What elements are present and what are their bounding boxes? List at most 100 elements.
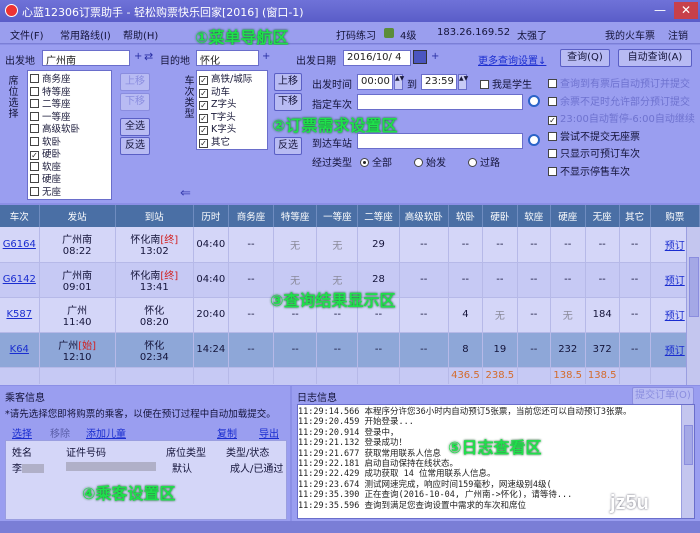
checkbox[interactable]: [30, 186, 39, 196]
menu-my-tickets[interactable]: 我的火车票: [605, 27, 655, 42]
column-header[interactable]: 软卧: [448, 205, 483, 227]
auto-option-checkbox[interactable]: 尝试不提交无座票: [548, 128, 698, 146]
seat-type-item[interactable]: 特等座: [28, 84, 111, 98]
arrive-station-input[interactable]: [357, 133, 523, 149]
train-type-item[interactable]: ✓ Z字头: [197, 96, 267, 110]
passenger-row[interactable]: 李 默认 成人/已通过: [6, 458, 286, 475]
column-header[interactable]: 硬座: [550, 205, 586, 227]
results-scrollbar[interactable]: [686, 227, 700, 385]
train-number-cell[interactable]: G6142: [0, 262, 40, 298]
checkbox[interactable]: [30, 86, 39, 96]
pass-through-radio[interactable]: 过路: [468, 154, 500, 169]
menu-captcha[interactable]: 打码练习: [336, 27, 376, 42]
train-type-item[interactable]: ✓ 动车: [197, 84, 267, 98]
column-header[interactable]: 购票: [650, 205, 700, 227]
checkbox[interactable]: [548, 96, 557, 106]
train-type-item[interactable]: ✓ 其它: [197, 134, 267, 148]
menu-routes[interactable]: 常用路线(I): [60, 27, 111, 42]
column-header[interactable]: 到站: [115, 205, 194, 227]
passenger-select-link[interactable]: 选择: [12, 425, 32, 440]
student-checkbox[interactable]: 我是学生: [480, 76, 532, 91]
username[interactable]: 太强了: [517, 27, 547, 42]
book-button[interactable]: 预订: [665, 346, 685, 357]
pass-start-radio[interactable]: 始发: [414, 154, 446, 169]
auto-option-checkbox[interactable]: 不显示停售车次: [548, 163, 698, 181]
train-number-link[interactable]: K64: [10, 344, 29, 355]
seat-select-all-button[interactable]: 全选: [120, 118, 150, 136]
time-from-input[interactable]: 00:00: [357, 74, 393, 90]
train-type-item[interactable]: ✓ 高铁/城际: [197, 71, 267, 85]
checkbox[interactable]: [548, 149, 557, 158]
train-type-item[interactable]: ✓ K字头: [197, 121, 267, 135]
book-button[interactable]: 预订: [665, 311, 685, 322]
add-icon[interactable]: +: [431, 51, 439, 62]
date-input[interactable]: 2016/10/ 4: [343, 50, 411, 66]
scrollbar-thumb[interactable]: [689, 257, 699, 317]
time-from-spinner-icon[interactable]: ▲▼: [394, 74, 404, 90]
pass-all-radio[interactable]: 全部: [360, 154, 392, 169]
column-header[interactable]: 商务座: [228, 205, 275, 227]
submit-order-button[interactable]: 提交订单(O): [632, 387, 694, 405]
more-settings-link[interactable]: 更多查询设置↓: [478, 52, 546, 67]
column-header[interactable]: 特等座: [273, 205, 318, 227]
seat-type-item[interactable]: 一等座: [28, 109, 111, 123]
checkbox[interactable]: ✓: [548, 116, 557, 125]
checkbox[interactable]: [548, 79, 557, 88]
checkbox[interactable]: [30, 74, 39, 83]
checkbox[interactable]: [30, 161, 39, 171]
close-button[interactable]: ✕: [674, 2, 698, 19]
passenger-remove-link[interactable]: 移除: [50, 425, 70, 440]
book-button[interactable]: 预订: [665, 276, 685, 287]
specify-train-input[interactable]: [357, 94, 523, 110]
checkbox[interactable]: [30, 99, 39, 108]
minimize-button[interactable]: —: [648, 2, 672, 19]
column-header[interactable]: 软座: [517, 205, 551, 227]
train-up-button[interactable]: 上移: [274, 73, 302, 91]
table-row[interactable]: G6164 广州南 08:22 怀化南[终] 13:02 04:40 -- 无无 29 -- -- -…: [0, 227, 700, 263]
train-invert-button[interactable]: 反选: [274, 137, 302, 155]
auto-option-checkbox[interactable]: 只显示可预订车次: [548, 145, 698, 163]
scrollbar-thumb[interactable]: [684, 425, 693, 465]
move-left-arrow-icon[interactable]: ⇐: [180, 186, 191, 201]
seat-type-item[interactable]: 无座: [28, 184, 111, 198]
auto-option-checkbox[interactable]: 查询到有票后自动预订并提交: [548, 75, 698, 93]
auto-option-checkbox[interactable]: 余票不足时允许部分预订提交: [548, 93, 698, 111]
column-header[interactable]: 高级软卧: [399, 205, 449, 227]
seat-type-item[interactable]: 软卧: [28, 134, 111, 148]
auto-option-checkbox[interactable]: ✓ 23:00自动暂停-6:00自动继续: [548, 110, 698, 128]
log-scrollbar[interactable]: [681, 405, 694, 518]
column-header[interactable]: 一等座: [316, 205, 359, 227]
checkbox[interactable]: [30, 174, 39, 183]
add-child-link[interactable]: 添加儿童: [86, 425, 126, 440]
add-icon[interactable]: +: [262, 51, 270, 62]
seat-type-item[interactable]: 硬座: [28, 171, 111, 185]
seat-type-list[interactable]: 商务座 特等座 二等座 一等座 高级软卧 软卧 ✓ 硬卧 软座 硬座 无座: [27, 70, 112, 200]
column-header[interactable]: 历时: [193, 205, 229, 227]
query-button[interactable]: 查询(Q): [560, 49, 610, 67]
search-icon[interactable]: [528, 134, 540, 146]
book-button[interactable]: 预订: [665, 241, 685, 252]
swap-icon[interactable]: ⇄: [144, 50, 153, 63]
search-icon[interactable]: [528, 95, 540, 107]
time-to-input[interactable]: 23:59: [421, 74, 457, 90]
seat-down-button[interactable]: 下移: [120, 93, 150, 111]
train-number-cell[interactable]: G6164: [0, 227, 40, 263]
train-number-link[interactable]: G6142: [3, 274, 36, 285]
column-header[interactable]: 硬卧: [482, 205, 518, 227]
seat-type-item[interactable]: ✓ 硬卧: [28, 146, 111, 160]
column-header[interactable]: 其它: [619, 205, 651, 227]
passenger-copy-link[interactable]: 复制: [217, 425, 237, 440]
train-type-item[interactable]: ✓ T字头: [197, 109, 267, 123]
seat-type-item[interactable]: 商务座: [28, 71, 111, 85]
train-number-cell[interactable]: K587: [0, 297, 40, 333]
seat-type-item[interactable]: 软座: [28, 159, 111, 173]
table-row[interactable]: K64 广州[始] 12:10 怀化 02:34 14:24 -- -- -- -- -- 8 19 --…: [0, 332, 700, 368]
passenger-export-link[interactable]: 导出: [259, 425, 279, 440]
checkbox[interactable]: [30, 136, 39, 146]
train-type-list[interactable]: ✓ 高铁/城际 ✓ 动车 ✓ Z字头 ✓ T字头 ✓ K字头 ✓ 其它: [196, 70, 268, 150]
time-to-spinner-icon[interactable]: ▲▼: [458, 74, 468, 90]
train-down-button[interactable]: 下移: [274, 93, 302, 111]
checkbox[interactable]: [30, 111, 39, 121]
column-header[interactable]: 二等座: [357, 205, 400, 227]
seat-invert-button[interactable]: 反选: [120, 137, 150, 155]
